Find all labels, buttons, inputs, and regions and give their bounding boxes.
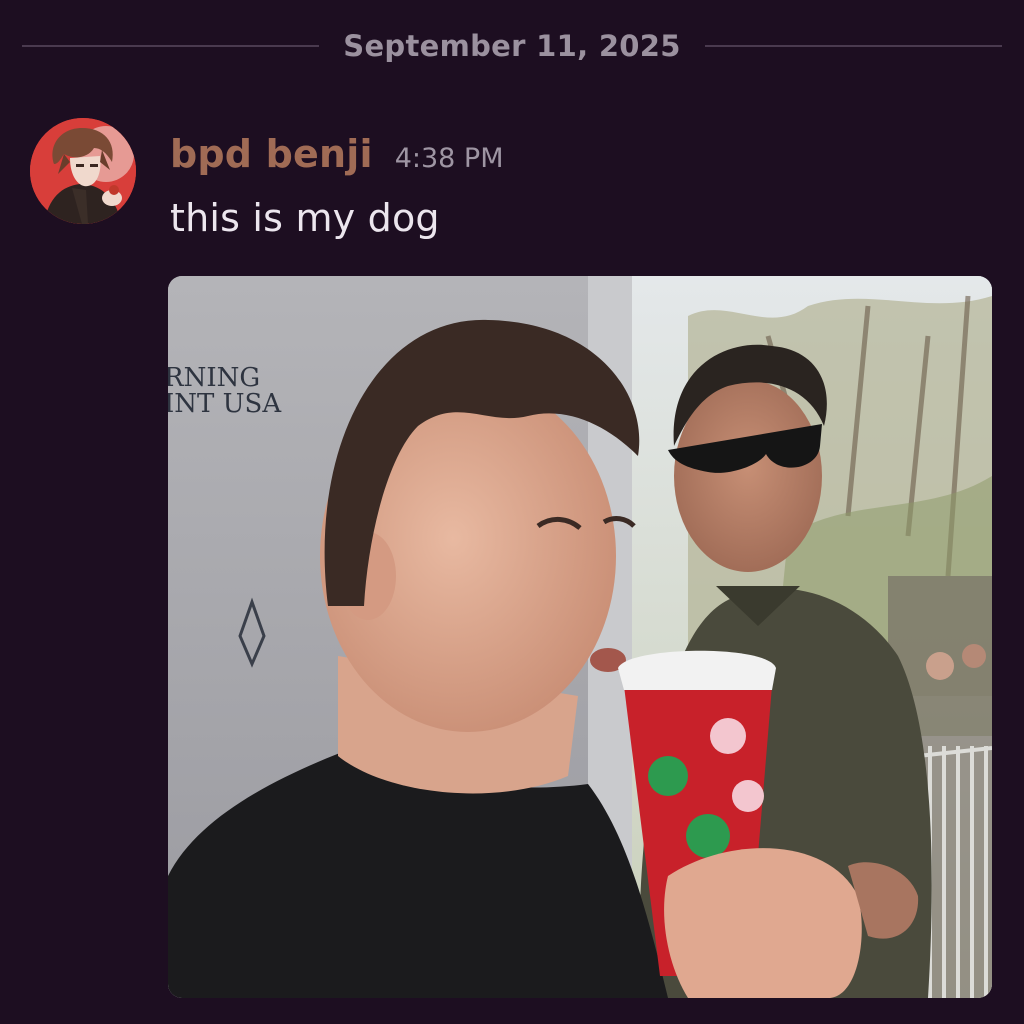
divider-line-right (704, 45, 1003, 47)
message-timestamp: 4:38 PM (394, 143, 504, 174)
chat-screen: September 11, 2025 bpd benji 4:38 PM thi… (0, 0, 1024, 1024)
date-divider: September 11, 2025 (22, 22, 1003, 70)
message-text: this is my dog (170, 196, 440, 240)
backdrop-text-2: INT USA (168, 389, 282, 419)
anime-character-avatar-icon (30, 118, 136, 224)
date-divider-label: September 11, 2025 (343, 29, 681, 63)
divider-line-left (22, 45, 320, 47)
video-still-image-icon: RNING INT USA (168, 276, 992, 998)
image-attachment[interactable]: RNING INT USA (168, 276, 992, 998)
message-header: bpd benji 4:38 PM (170, 132, 504, 184)
user-avatar[interactable] (30, 118, 136, 224)
username[interactable]: bpd benji (170, 132, 373, 176)
